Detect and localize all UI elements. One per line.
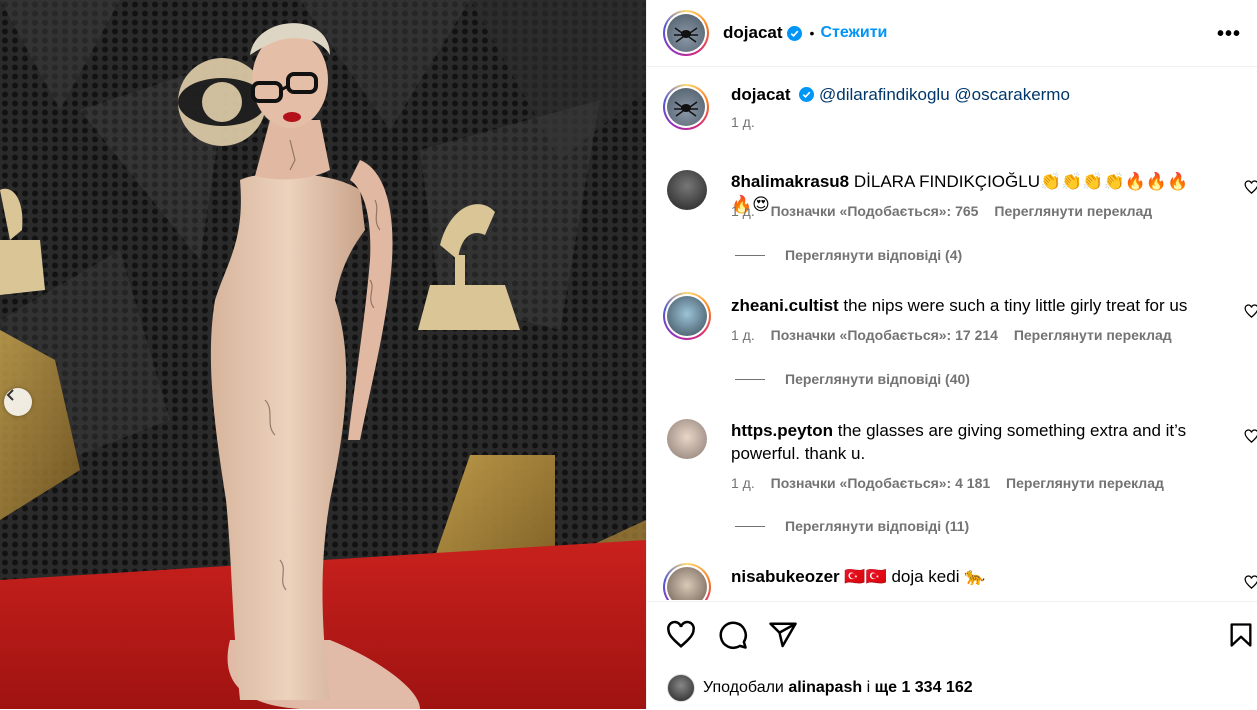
comment-icon (719, 621, 747, 649)
caption-mention[interactable]: @dilarafindikoglu (819, 85, 950, 104)
commenter-avatar[interactable] (663, 563, 711, 600)
share-icon (769, 622, 797, 648)
comment-timestamp[interactable]: 1 д. (731, 203, 755, 219)
save-button[interactable] (1225, 620, 1257, 652)
comment-body: zheani.cultist the nips were such a tiny… (731, 294, 1201, 317)
comment-like-button[interactable] (1244, 429, 1257, 444)
spider-avatar-icon (674, 101, 698, 117)
comment-username[interactable]: zheani.cultist (731, 296, 839, 315)
post-viewer: dojacat • Стежити ••• dojacat @dilarafin… (0, 0, 1257, 709)
comments-list[interactable]: dojacat @dilarafindikoglu @oscarakermo 1… (647, 68, 1257, 600)
liker-avatar[interactable] (667, 674, 695, 702)
comment-meta: 1 д. Позначки «Подобається»: 765 Перегля… (731, 203, 1164, 219)
comment-username[interactable]: nisabukeozer (731, 567, 840, 586)
caption-mention[interactable]: @oscarakermo (954, 85, 1070, 104)
comment-text: the nips were such a tiny little girly t… (843, 296, 1188, 315)
comment-like-count[interactable]: Позначки «Подобається»: 765 (771, 203, 979, 219)
heart-icon (1244, 180, 1257, 194)
spider-avatar-icon (674, 27, 698, 43)
verified-badge-icon (799, 87, 815, 102)
comment-button[interactable] (717, 620, 749, 652)
likes-prefix: Уподобали (703, 679, 784, 696)
post-photo (0, 0, 646, 709)
comment-body: https.peyton the glasses are giving some… (731, 419, 1201, 465)
comment-username[interactable]: 8halimakrasu8 (731, 172, 849, 191)
commenter-avatar[interactable] (667, 419, 707, 459)
view-replies-label: Переглянути відповіді (11) (785, 518, 970, 534)
more-options-button[interactable]: ••• (1211, 22, 1247, 47)
more-icon: ••• (1216, 23, 1241, 45)
replies-divider (735, 254, 765, 256)
comment-timestamp[interactable]: 1 д. (731, 475, 755, 491)
see-translation-link[interactable]: Переглянути переклад (1014, 327, 1172, 343)
replies-divider (735, 525, 765, 527)
comment-body: nisabukeozer 🇹🇷🇹🇷 doja kedi 🐆 (731, 565, 1201, 588)
heart-icon (667, 620, 695, 648)
heart-icon (1244, 575, 1257, 589)
view-replies-label: Переглянути відповіді (40) (785, 371, 970, 387)
separator-dot: • (809, 25, 815, 41)
view-replies-button[interactable]: Переглянути відповіді (4) (735, 247, 962, 263)
caption-avatar[interactable] (663, 84, 709, 130)
comment-like-count[interactable]: Позначки «Подобається»: 4 181 (771, 475, 991, 491)
post-details-panel: dojacat • Стежити ••• dojacat @dilarafin… (646, 0, 1257, 709)
view-replies-label: Переглянути відповіді (4) (785, 247, 963, 263)
likes-count-link[interactable]: ще 1 334 162 (875, 679, 973, 697)
likes-middle: і (866, 679, 871, 696)
comment-like-button[interactable] (1244, 180, 1257, 195)
comment-meta: 1 д. Позначки «Подобається»: 17 214 Пере… (731, 327, 1184, 343)
comment-timestamp[interactable]: 1 д. (731, 327, 755, 343)
liker-username[interactable]: alinapash (788, 679, 862, 697)
follow-button[interactable]: Стежити (820, 24, 887, 42)
share-button[interactable] (767, 620, 799, 652)
author-username[interactable]: dojacat (723, 23, 783, 43)
commenter-avatar[interactable] (663, 292, 711, 340)
bookmark-icon (1230, 623, 1252, 647)
heart-icon (1244, 304, 1257, 318)
previous-slide-button[interactable] (4, 388, 32, 416)
comment-meta: 1 д. Позначки «Подобається»: 4 181 Перег… (731, 475, 1176, 491)
caption-timestamp[interactable]: 1 д. (731, 114, 1070, 130)
caption-username[interactable]: dojacat (731, 85, 791, 104)
likes-summary: Уподобали alinapash і ще 1 334 162 (667, 674, 973, 702)
commenter-avatar[interactable] (667, 170, 707, 210)
author-avatar[interactable] (663, 10, 709, 56)
chevron-left-icon (6, 389, 14, 401)
view-replies-button[interactable]: Переглянути відповіді (40) (735, 371, 970, 387)
verified-badge-icon (786, 25, 802, 41)
see-translation-link[interactable]: Переглянути переклад (1006, 475, 1164, 491)
replies-divider (735, 378, 765, 380)
comment-text: 🇹🇷🇹🇷 doja kedi 🐆 (844, 567, 986, 586)
comment-like-button[interactable] (1244, 304, 1257, 319)
like-button[interactable] (665, 620, 697, 652)
comment-username[interactable]: https.peyton (731, 421, 833, 440)
post-caption: dojacat @dilarafindikoglu @oscarakermo 1… (663, 84, 1070, 130)
view-replies-button[interactable]: Переглянути відповіді (11) (735, 518, 969, 534)
post-actions: Уподобали alinapash і ще 1 334 162 (647, 601, 1257, 710)
post-header: dojacat • Стежити ••• (647, 0, 1257, 67)
heart-icon (1244, 429, 1257, 443)
photo-illustration (0, 0, 646, 709)
comment-like-count[interactable]: Позначки «Подобається»: 17 214 (771, 327, 998, 343)
see-translation-link[interactable]: Переглянути переклад (994, 203, 1152, 219)
comment-like-button[interactable] (1244, 575, 1257, 590)
